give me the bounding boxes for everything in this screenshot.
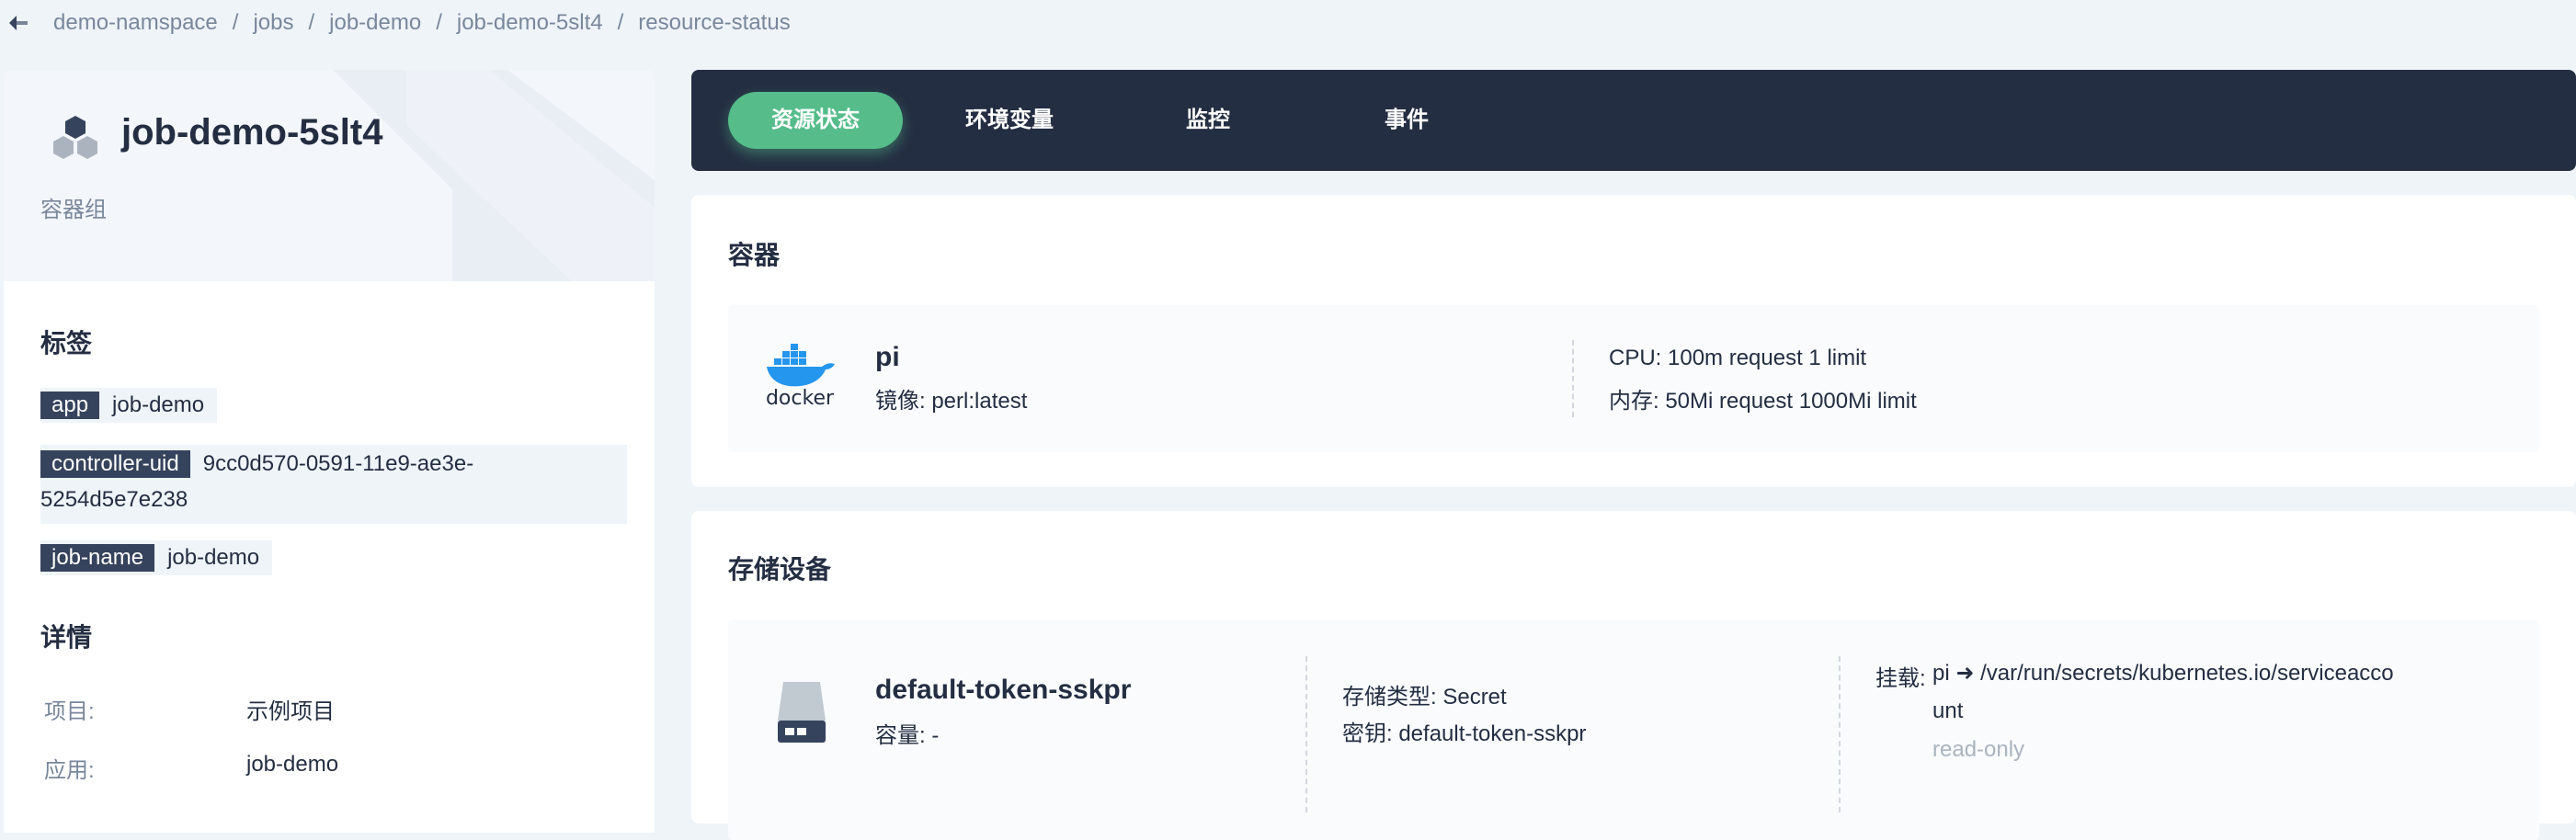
label-key: controller-uid: [40, 450, 190, 478]
volume-capacity: 容量: -: [875, 723, 940, 748]
containers-title: 容器: [728, 241, 781, 269]
detail-value-project: 示例项目: [246, 699, 335, 724]
label-key: job-name: [40, 544, 155, 572]
container-memory: 内存: 50Mi request 1000Mi limit: [1609, 389, 1917, 414]
divider: [1305, 656, 1307, 812]
label-tag: job-name job-demo: [40, 540, 273, 575]
breadcrumb-item-current: resource-status: [638, 10, 791, 35]
details-title: 详情: [40, 623, 93, 652]
detail-key-app: 应用:: [44, 758, 95, 783]
labels-title: 标签: [40, 329, 93, 358]
divider: [1572, 340, 1574, 417]
breadcrumb-item-jobs[interactable]: jobs: [253, 10, 293, 36]
mount-path-continued: unt: [1932, 698, 1964, 723]
label-value-continued: 5254d5e7e238: [40, 487, 188, 512]
tab-bar: 资源状态 环境变量 监控 事件: [691, 70, 2576, 171]
tab-events[interactable]: 事件: [1324, 92, 1489, 149]
storage-item[interactable]: default-token-sskpr 容量: - 存储类型: Secret 密…: [728, 619, 2539, 840]
container-image: 镜像: perl:latest: [875, 389, 1028, 414]
label-key: app: [40, 392, 100, 419]
container-item[interactable]: docker pi 镜像: perl:latest CPU: 100m requ…: [728, 305, 2539, 452]
resource-type: 容器组: [40, 198, 107, 222]
label-value: job-demo: [112, 392, 205, 417]
label-tag: controller-uid 9cc0d570-0591-11e9-ae3e- …: [40, 445, 627, 524]
container-name: pi: [875, 342, 900, 372]
storage-title: 存储设备: [728, 555, 832, 584]
tab-resource-status[interactable]: 资源状态: [728, 92, 903, 149]
resource-name: job-demo-5slt4: [121, 112, 383, 153]
mount-label: 挂载:: [1875, 666, 1926, 691]
containers-card: 容器 docker pi 镜像: perl:latest CPU: 100m r…: [691, 195, 2576, 487]
back-arrow-icon[interactable]: [6, 10, 31, 36]
container-cpu: CPU: 100m request 1 limit: [1609, 346, 1867, 370]
label-tag: app job-demo: [40, 388, 218, 423]
docker-icon: docker: [766, 344, 835, 408]
label-value: job-demo: [167, 545, 260, 570]
mount-path: pi ➜ /var/run/secrets/kubernetes.io/serv…: [1932, 661, 2394, 686]
detail-key-project: 项目:: [44, 699, 95, 724]
volume-secret: 密钥: default-token-sskpr: [1342, 721, 1587, 746]
detail-value-app: job-demo: [246, 752, 339, 777]
resource-header-card: job-demo-5slt4 容器组: [4, 70, 655, 281]
mount-mode: read-only: [1932, 737, 2025, 762]
breadcrumb-item-job[interactable]: job-demo: [329, 10, 421, 36]
background-watermark: [333, 70, 655, 281]
volume-name: default-token-sskpr: [875, 675, 1132, 705]
breadcrumb-item-pod[interactable]: job-demo-5slt4: [457, 10, 603, 36]
resource-info-panel: 标签 app job-demo controller-uid 9cc0d570-…: [4, 281, 655, 833]
label-value: 9cc0d570-0591-11e9-ae3e-: [202, 451, 474, 476]
pod-icon: [53, 116, 97, 159]
disk-icon: [778, 682, 826, 743]
divider: [1839, 656, 1841, 812]
tab-monitoring[interactable]: 监控: [1125, 92, 1291, 149]
breadcrumb-item-namespace[interactable]: demo-namspace: [53, 10, 218, 36]
docker-logo-text: docker: [766, 387, 835, 408]
storage-card: 存储设备 default-token-sskpr 容量: - 存储类型: Sec…: [691, 511, 2576, 840]
tab-env-vars[interactable]: 环境变量: [927, 92, 1092, 149]
volume-type: 存储类型: Secret: [1342, 685, 1507, 709]
breadcrumb: demo-namspace / jobs / job-demo / job-de…: [0, 0, 791, 46]
